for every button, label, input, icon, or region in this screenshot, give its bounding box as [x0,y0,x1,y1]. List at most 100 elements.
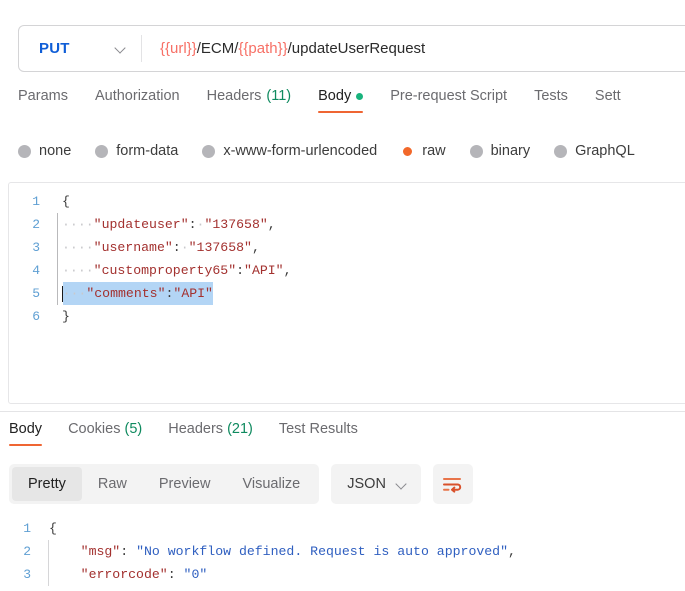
radio-icon [95,144,109,158]
indent-guide [57,259,58,282]
response-tab-body-label: Body [9,421,43,437]
code-token: : [120,544,137,559]
response-tab-test-results-label: Test Results [278,421,358,437]
code-text: ····"updateuser":·"137658", [62,213,276,236]
word-wrap-toggle-button[interactable] [432,464,473,504]
code-token: } [62,309,70,324]
url-variable-url: {{url}} [160,40,197,57]
body-type-none[interactable]: none [18,143,71,159]
code-token: "comments" [86,286,166,301]
line-number: 2 [32,217,40,232]
body-modified-dot-icon [356,92,364,100]
line-number: 4 [0,586,48,591]
tab-headers-label: Headers [206,88,262,104]
response-tab-cookies-count: (5) [124,421,143,437]
body-type-form-data[interactable]: form-data [95,143,178,159]
indent-guide [57,282,58,305]
body-type-graphql[interactable]: GraphQL [554,143,635,159]
response-format-label: JSON [347,476,386,492]
tab-authorization-label: Authorization [94,88,180,104]
pane-divider[interactable] [0,411,685,412]
request-code-line: 3 ····"username":·"137658", [9,236,685,259]
response-view-toolbar: Pretty Raw Preview Visualize JSON [9,464,473,504]
tab-settings[interactable]: Sett [595,88,621,113]
request-code-line: 1{ [9,190,685,213]
code-token: "API" [244,263,284,278]
line-number: 3 [32,240,40,255]
body-type-binary-label: binary [490,143,531,159]
response-format-dropdown[interactable]: JSON [331,464,421,504]
code-token: ···· [62,217,94,232]
code-token: , [508,544,516,559]
code-token: , [283,263,292,278]
line-number: 2 [23,544,31,559]
response-code-line: 3 "errorcode": "0" [0,563,685,586]
request-url-input[interactable]: {{url}}/ECM/{{path}}/updateUserRequest [142,26,685,71]
tab-params[interactable]: Params [18,88,68,113]
code-token: { [62,194,70,209]
request-body-code[interactable]: 1{ 2 ····"updateuser":·"137658", 3 ····"user… [9,183,685,328]
body-type-graphql-label: GraphQL [575,143,635,159]
view-mode-pretty[interactable]: Pretty [12,467,82,501]
response-code-line: 4} [0,586,685,591]
code-token: "customproperty65" [93,263,237,278]
response-body-code: 1{2 "msg": "No workflow defined. Request… [0,512,685,591]
code-text: { [62,190,70,213]
code-text: "errorcode": "0" [49,563,208,586]
view-mode-preview-label: Preview [158,476,211,492]
request-body-editor[interactable]: 1{ 2 ····"updateuser":·"137658", 3 ····"user… [8,182,685,404]
http-method-dropdown[interactable]: PUT [19,26,141,71]
view-mode-preview[interactable]: Preview [143,467,227,501]
code-token: "No workflow defined. Request is auto ap… [136,544,509,559]
code-token: , [251,240,260,255]
code-token: "API" [173,286,213,301]
code-token: : [172,240,181,255]
code-text: } [49,586,57,591]
request-tab-bar: Params Authorization Headers (11) Body P… [0,88,685,126]
code-text: ····"customproperty65":"API", [62,259,292,282]
word-wrap-icon [443,477,462,493]
response-code-line: 2 "msg": "No workflow defined. Request i… [0,540,685,563]
radio-selected-icon [401,144,415,158]
response-tab-headers-count: (21) [227,421,253,437]
radio-icon [202,144,216,158]
body-type-binary[interactable]: binary [469,143,531,159]
response-tab-body[interactable]: Body [9,421,43,446]
view-mode-visualize[interactable]: Visualize [226,467,316,501]
line-number: 5 [32,286,40,301]
code-text: } [62,305,70,328]
body-type-raw[interactable]: raw [401,143,446,159]
request-code-line: 2 ····"updateuser":·"137658", [9,213,685,236]
response-tab-headers-label: Headers [168,421,224,437]
code-token: { [49,521,57,536]
http-method-label: PUT [39,40,70,57]
response-tab-headers[interactable]: Headers (21) [168,421,253,446]
indent-guide [57,190,58,213]
view-mode-pretty-label: Pretty [28,476,66,492]
code-text: { [49,517,57,540]
tab-authorization[interactable]: Authorization [95,88,180,113]
tab-tests[interactable]: Tests [534,88,568,113]
code-token: ···· [62,263,94,278]
url-variable-path: {{path}} [238,40,288,57]
postman-request-response-panel: PUT {{url}}/ECM/{{path}}/updateUserReque… [0,0,685,591]
tab-headers[interactable]: Headers (11) [207,88,292,113]
request-code-line: 4 ····"customproperty65":"API", [9,259,685,282]
tab-body[interactable]: Body [318,88,364,113]
request-code-line: 5 ···"comments":"API" [9,282,685,305]
response-tab-cookies-label: Cookies [68,421,121,437]
tab-tests-label: Tests [534,88,568,104]
view-mode-raw[interactable]: Raw [82,467,143,501]
response-body-viewer[interactable]: 1{2 "msg": "No workflow defined. Request… [0,512,685,591]
code-token: : [236,263,245,278]
body-type-x-www-form-urlencoded[interactable]: x-www-form-urlencoded [202,143,377,159]
response-tab-bar: Body Cookies (5) Headers (21) Test Resul… [0,421,685,455]
code-token: "137658" [204,217,268,232]
tab-pre-request-script[interactable]: Pre-request Script [390,88,507,113]
line-number: 4 [32,263,40,278]
tab-params-label: Params [18,88,68,104]
code-text: ····"username":·"137658", [62,236,260,259]
response-tab-cookies[interactable]: Cookies (5) [68,421,142,446]
response-tab-test-results[interactable]: Test Results [279,421,358,446]
